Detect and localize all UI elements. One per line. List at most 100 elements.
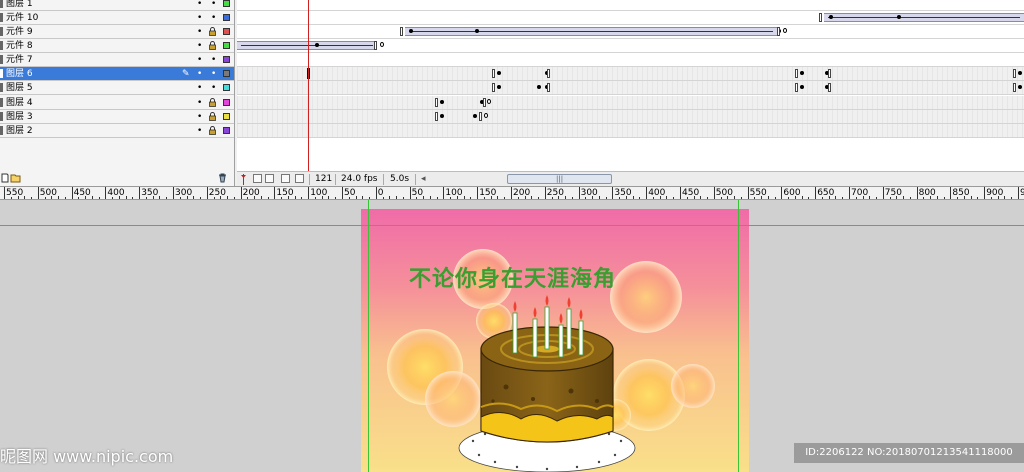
frame-track[interactable]: [237, 124, 1024, 138]
visibility-toggle[interactable]: •: [197, 68, 202, 80]
layer-row[interactable]: 图层 6 ✎ • •: [0, 67, 234, 81]
keyframe[interactable]: [1018, 85, 1022, 89]
center-frame-icon[interactable]: [239, 174, 248, 185]
frame-span-end[interactable]: [400, 27, 403, 36]
keyframe[interactable]: [473, 114, 477, 118]
frame-span-end[interactable]: [819, 13, 822, 22]
stage-area[interactable]: 不论你身在天涯海角: [0, 200, 1024, 472]
blank-keyframe[interactable]: [783, 28, 787, 33]
lock-icon[interactable]: [209, 126, 216, 138]
layer-name[interactable]: 图层 4: [6, 97, 33, 109]
lock-toggle[interactable]: •: [211, 68, 216, 80]
lock-icon[interactable]: [209, 41, 216, 53]
outline-color-box[interactable]: [223, 113, 230, 120]
frame-span-end[interactable]: [547, 69, 550, 78]
layer-name[interactable]: 元件 8: [6, 40, 33, 52]
frame-span-end[interactable]: [1013, 83, 1016, 92]
frame-span-end[interactable]: [374, 41, 377, 50]
frames-grid[interactable]: [237, 0, 1024, 171]
keyframe[interactable]: [440, 100, 444, 104]
keyframe[interactable]: [475, 29, 479, 33]
layer-row[interactable]: 元件 8 •: [0, 39, 234, 53]
layer-row[interactable]: 图层 2 •: [0, 124, 234, 138]
frame-track[interactable]: [237, 25, 1024, 39]
frame-span-end[interactable]: [483, 98, 486, 107]
trash-icon[interactable]: [218, 173, 227, 186]
frame-span-end[interactable]: [435, 98, 438, 107]
layer-name[interactable]: 元件 7: [6, 54, 33, 66]
outline-color-box[interactable]: [223, 42, 230, 49]
outline-color-box[interactable]: [223, 56, 230, 63]
blank-keyframe[interactable]: [487, 99, 491, 104]
outline-color-box[interactable]: [223, 70, 230, 77]
keyframe[interactable]: [497, 85, 501, 89]
layer-row[interactable]: 图层 4 •: [0, 96, 234, 110]
frame-track[interactable]: [237, 67, 1024, 81]
frame-span-end[interactable]: [828, 69, 831, 78]
frame-track[interactable]: [237, 11, 1024, 25]
frame-span-end[interactable]: [492, 69, 495, 78]
layer-name[interactable]: 图层 5: [6, 82, 33, 94]
frame-span-end[interactable]: [1013, 69, 1016, 78]
lock-toggle[interactable]: •: [211, 54, 216, 66]
lock-icon[interactable]: [209, 27, 216, 39]
visibility-toggle[interactable]: •: [197, 40, 202, 52]
vertical-guide[interactable]: [738, 200, 739, 472]
frame-span-end[interactable]: [795, 69, 798, 78]
outline-color-box[interactable]: [223, 99, 230, 106]
keyframe[interactable]: [800, 71, 804, 75]
modify-markers-icon[interactable]: [295, 174, 304, 183]
motion-tween[interactable]: [824, 13, 1024, 22]
lock-icon[interactable]: [209, 98, 216, 110]
keyframe[interactable]: [829, 15, 833, 19]
layer-name[interactable]: 图层 3: [6, 111, 33, 123]
frame-span-end[interactable]: [479, 112, 482, 121]
keyframe[interactable]: [1018, 71, 1022, 75]
visibility-toggle[interactable]: •: [197, 12, 202, 24]
visibility-toggle[interactable]: •: [197, 0, 202, 10]
keyframe[interactable]: [897, 15, 901, 19]
frame-rate[interactable]: 24.0 fps: [341, 174, 377, 185]
blank-keyframe[interactable]: [380, 42, 384, 47]
frame-track[interactable]: [237, 96, 1024, 110]
keyframe[interactable]: [800, 85, 804, 89]
keyframe[interactable]: [537, 85, 541, 89]
visibility-toggle[interactable]: •: [197, 125, 202, 137]
artboard[interactable]: 不论你身在天涯海角: [361, 209, 749, 472]
lock-toggle[interactable]: •: [211, 82, 216, 94]
outline-color-box[interactable]: [223, 28, 230, 35]
keyframe[interactable]: [409, 29, 413, 33]
onion-skin-outline-icon[interactable]: [265, 174, 274, 183]
layer-row[interactable]: 图层 1 • •: [0, 0, 234, 11]
layer-row[interactable]: 元件 7 • •: [0, 53, 234, 67]
visibility-toggle[interactable]: •: [197, 54, 202, 66]
visibility-toggle[interactable]: •: [197, 111, 202, 123]
lock-icon[interactable]: [209, 112, 216, 124]
keyframe[interactable]: [497, 71, 501, 75]
horizontal-guide[interactable]: [0, 225, 1024, 226]
layer-row[interactable]: 元件 9 •: [0, 25, 234, 39]
stage-title-text[interactable]: 不论你身在天涯海角: [409, 261, 616, 293]
scroll-left-icon[interactable]: ◂: [421, 174, 426, 185]
frame-span-end[interactable]: [777, 27, 780, 36]
onion-skin-icon[interactable]: [253, 174, 262, 183]
layer-row[interactable]: 图层 3 •: [0, 110, 234, 124]
frame-span-end[interactable]: [547, 83, 550, 92]
layer-name[interactable]: 图层 1: [6, 0, 33, 10]
layer-row[interactable]: 图层 5 • •: [0, 81, 234, 95]
frame-span-end[interactable]: [795, 83, 798, 92]
edit-multiple-frames-icon[interactable]: [281, 174, 290, 183]
add-folder-icon[interactable]: [10, 173, 21, 186]
lock-toggle[interactable]: •: [211, 12, 216, 24]
frame-track[interactable]: [237, 81, 1024, 95]
frame-span-end[interactable]: [828, 83, 831, 92]
timeline-scrollbar[interactable]: |||: [507, 174, 612, 184]
motion-tween[interactable]: [405, 27, 777, 36]
blank-keyframe[interactable]: [484, 113, 488, 118]
outline-color-box[interactable]: [223, 84, 230, 91]
outline-color-box[interactable]: [223, 0, 230, 7]
outline-color-box[interactable]: [223, 127, 230, 134]
keyframe[interactable]: [440, 114, 444, 118]
layer-name[interactable]: 图层 6: [6, 68, 33, 80]
layer-name[interactable]: 图层 2: [6, 125, 33, 137]
